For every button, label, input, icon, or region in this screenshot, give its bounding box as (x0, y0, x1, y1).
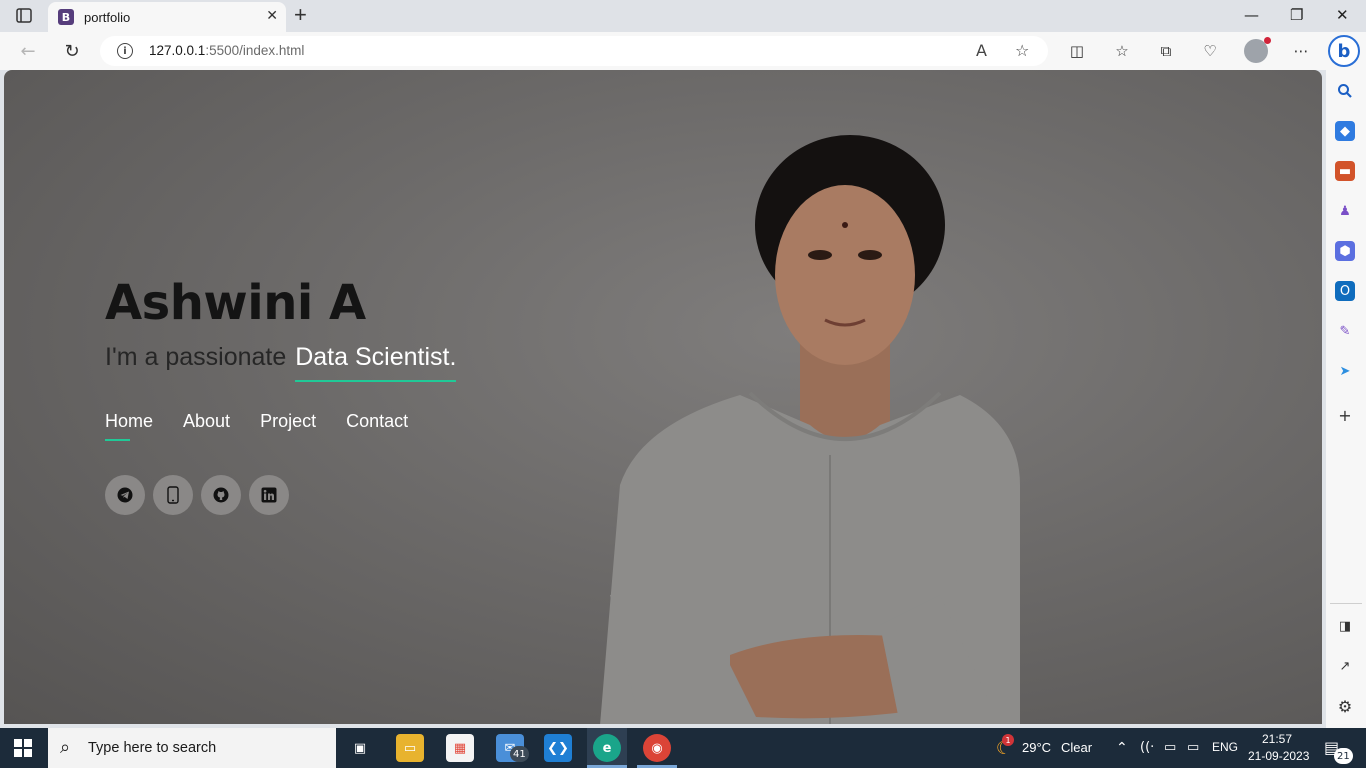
hide-sidebar-icon[interactable]: ◨ (1335, 616, 1355, 636)
bootstrap-favicon-icon: B (58, 9, 74, 25)
tagline-role: Data Scientist. (295, 343, 457, 382)
designer-icon[interactable]: ✎ (1335, 321, 1355, 341)
restore-icon[interactable]: ❐ (1290, 6, 1303, 24)
minimize-icon[interactable]: — (1244, 6, 1259, 24)
outlook-icon[interactable]: O (1335, 281, 1355, 301)
linkedin-icon[interactable] (249, 475, 289, 515)
mail-badge: 41 (510, 746, 529, 762)
address-bar[interactable]: i 127.0.0.1:5500/index.html A ☆ (100, 36, 1048, 66)
nav-contact[interactable]: Contact (346, 411, 408, 441)
games-chess-icon[interactable]: ♟ (1335, 201, 1355, 221)
drop-send-icon[interactable]: ➤ (1335, 361, 1355, 381)
shopping-tag-icon[interactable]: ◆ (1335, 121, 1355, 141)
page-viewport: Ashwini A I'm a passionate Data Scientis… (4, 70, 1322, 724)
refresh-icon[interactable]: ↻ (59, 38, 85, 64)
task-view-icon[interactable]: ▣ (346, 734, 374, 762)
network-icon[interactable]: ((· (1140, 740, 1154, 755)
chrome-icon[interactable]: ◉ (643, 734, 671, 762)
browser-tab[interactable]: B portfolio ✕ (48, 2, 286, 32)
sidebar-divider (1330, 603, 1362, 604)
tools-briefcase-icon[interactable]: ▬ (1335, 161, 1355, 181)
collections-icon[interactable]: ⧉ (1155, 40, 1177, 62)
battery-icon[interactable]: ▭ (1187, 740, 1199, 755)
weather-condition[interactable]: Clear (1061, 740, 1092, 755)
microsoft-store-icon[interactable]: ▦ (446, 734, 474, 762)
search-icon: ⌕ (60, 737, 71, 758)
nav-about[interactable]: About (183, 411, 230, 441)
meet-now-icon[interactable]: ▭ (1164, 740, 1176, 755)
github-icon[interactable] (201, 475, 241, 515)
clock-date[interactable]: 21-09-2023 (1248, 749, 1309, 763)
edge-sidebar: ◆ ▬ ♟ ⬢ O ✎ ➤ + ◨ ↗ ⚙ (1326, 70, 1366, 728)
hero-section: Ashwini A I'm a passionate Data Scientis… (105, 275, 457, 382)
weather-badge: 1 (1002, 734, 1014, 746)
search-icon[interactable] (1335, 81, 1355, 101)
temperature[interactable]: 29°C (1022, 740, 1051, 755)
tab-actions-icon[interactable] (10, 6, 38, 26)
edge-icon[interactable]: e (593, 734, 621, 762)
split-screen-icon[interactable]: ◫ (1066, 40, 1088, 62)
read-aloud-icon[interactable]: A (976, 41, 987, 60)
windows-start-icon[interactable] (14, 739, 32, 757)
phone-icon[interactable] (153, 475, 193, 515)
favorites-icon[interactable]: ☆ (1111, 40, 1133, 62)
windows-taskbar: ⌕ Type here to search ▣ ▭ ▦ ✉ 41 ❮❯ e ◉ … (0, 728, 1366, 768)
taskbar-search[interactable]: ⌕ Type here to search (48, 728, 336, 768)
profile-avatar[interactable] (1244, 37, 1271, 63)
site-info-icon[interactable]: i (117, 43, 133, 59)
notification-count: 21 (1334, 748, 1353, 764)
vscode-icon[interactable]: ❮❯ (544, 734, 572, 762)
window-close-icon[interactable]: ✕ (1336, 6, 1349, 24)
hero-portrait-image (600, 135, 1020, 724)
browser-toolbar: ← ↻ i 127.0.0.1:5500/index.html A ☆ ◫ ☆ … (0, 32, 1366, 70)
add-sidebar-app-icon[interactable]: + (1335, 405, 1355, 425)
social-links (105, 475, 289, 515)
new-tab-button[interactable]: + (294, 4, 307, 26)
hero-tagline: I'm a passionate Data Scientist. (105, 343, 457, 382)
microsoft-365-icon[interactable]: ⬢ (1335, 241, 1355, 261)
nav-project[interactable]: Project (260, 411, 316, 441)
favorite-star-icon[interactable]: ☆ (1015, 41, 1029, 60)
tagline-prefix: I'm a passionate (105, 343, 287, 371)
back-icon[interactable]: ← (15, 38, 41, 64)
open-external-icon[interactable]: ↗ (1335, 656, 1355, 676)
nav-home[interactable]: Home (105, 411, 153, 441)
input-language[interactable]: ENG (1212, 740, 1238, 754)
show-hidden-icons-icon[interactable]: ⌃ (1116, 740, 1128, 756)
url-text[interactable]: 127.0.0.1:5500/index.html (149, 43, 304, 58)
file-explorer-icon[interactable]: ▭ (396, 734, 424, 762)
hero-name: Ashwini A (105, 275, 366, 331)
main-nav: Home About Project Contact (105, 411, 408, 441)
close-tab-icon[interactable]: ✕ (266, 7, 278, 24)
more-options-icon[interactable]: ⋯ (1290, 40, 1312, 62)
telegram-icon[interactable] (105, 475, 145, 515)
search-placeholder: Type here to search (88, 740, 217, 756)
tab-bar: B portfolio ✕ + — ❐ ✕ (0, 0, 1366, 32)
clock-time[interactable]: 21:57 (1262, 732, 1292, 746)
browser-essentials-icon[interactable]: ♡ (1199, 40, 1221, 62)
tab-title: portfolio (84, 10, 131, 25)
bing-chat-icon[interactable]: b (1328, 35, 1360, 67)
sidebar-settings-gear-icon[interactable]: ⚙ (1335, 696, 1355, 716)
